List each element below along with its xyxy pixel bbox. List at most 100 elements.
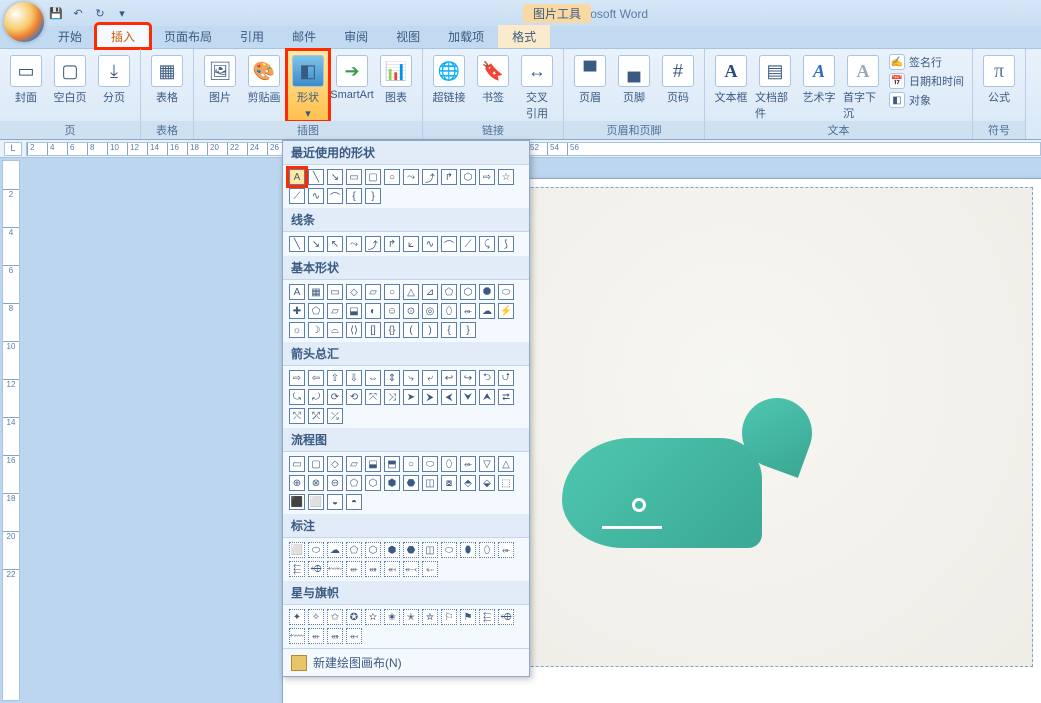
line-4[interactable]: ⤳ [346,236,362,252]
shape-hexagon[interactable]: ⬡ [460,169,476,185]
f24[interactable]: ⬚ [498,475,514,491]
shape-rbrace[interactable]: } [365,188,381,204]
tab-review[interactable]: 审阅 [330,25,382,48]
a7[interactable]: ⤷ [403,370,419,386]
undo-icon[interactable]: ↶ [70,5,86,21]
b4[interactable]: ◇ [346,284,362,300]
s1[interactable]: ✦ [289,609,305,625]
shape-lbrace[interactable]: { [346,188,362,204]
s16[interactable]: ⬶ [346,628,362,644]
c6[interactable]: ⬢ [384,542,400,558]
f17[interactable]: ⬡ [365,475,381,491]
f18[interactable]: ⬢ [384,475,400,491]
c18[interactable]: ⬶ [384,561,400,577]
object-button[interactable]: ◧对象 [887,91,966,109]
b1[interactable]: A [289,284,305,300]
f28[interactable]: ◓ [346,494,362,510]
c14[interactable]: ⬲ [308,561,324,577]
b18[interactable]: ☺ [384,303,400,319]
a16[interactable]: ⟲ [346,389,362,405]
f6[interactable]: ⬒ [384,456,400,472]
b34[interactable]: } [460,322,476,338]
a26[interactable]: ⤱ [308,408,324,424]
table-button[interactable]: ▦表格 [147,51,187,105]
tab-mail[interactable]: 邮件 [278,25,330,48]
c3[interactable]: ☁ [327,542,343,558]
b10[interactable]: ⬡ [460,284,476,300]
hyperlink-button[interactable]: 🌐超链接 [429,51,469,105]
shape-rect[interactable]: ▭ [346,169,362,185]
f21[interactable]: ⧇ [441,475,457,491]
f26[interactable]: ⬜ [308,494,324,510]
line-5[interactable]: ⤴ [365,236,381,252]
f19[interactable]: ⬣ [403,475,419,491]
f10[interactable]: ⬰ [460,456,476,472]
b13[interactable]: ✚ [289,303,305,319]
b26[interactable]: ☽ [308,322,324,338]
tab-view[interactable]: 视图 [382,25,434,48]
a24[interactable]: ⮂ [498,389,514,405]
b29[interactable]: [] [365,322,381,338]
f25[interactable]: ⬛ [289,494,305,510]
shape-freeform2[interactable]: ∿ [308,188,324,204]
shapes-button[interactable]: ◧形状▾ [288,51,328,120]
b8[interactable]: ⊿ [422,284,438,300]
shape-line[interactable]: ╲ [308,169,324,185]
page-break-button[interactable]: ⤓分页 [94,51,134,105]
b22[interactable]: ⬰ [460,303,476,319]
s8[interactable]: ✮ [422,609,438,625]
a12[interactable]: ⮍ [498,370,514,386]
s3[interactable]: ✩ [327,609,343,625]
f27[interactable]: ◒ [327,494,343,510]
s12[interactable]: ⬲ [498,609,514,625]
b24[interactable]: ⚡ [498,303,514,319]
shape-connector1[interactable]: ⤳ [403,169,419,185]
tab-insert[interactable]: 插入 [96,24,150,48]
f9[interactable]: ⬯ [441,456,457,472]
shape-curve[interactable]: ⌒ [327,188,343,204]
b19[interactable]: ⊙ [403,303,419,319]
s5[interactable]: ✫ [365,609,381,625]
line-6[interactable]: ↱ [384,236,400,252]
quickparts-button[interactable]: ▤文档部件 [755,51,795,121]
c5[interactable]: ⬡ [365,542,381,558]
b27[interactable]: ⌓ [327,322,343,338]
save-icon[interactable]: 💾 [48,5,64,21]
a5[interactable]: ⇔ [365,370,381,386]
b14[interactable]: ⬠ [308,303,324,319]
b20[interactable]: ◎ [422,303,438,319]
horizontal-ruler[interactable]: 2468101214161820222426283032343638404244… [26,142,1041,156]
f11[interactable]: ▽ [479,456,495,472]
shape-textbox[interactable]: A [289,169,305,185]
shape-roundrect[interactable]: ▢ [365,169,381,185]
a11[interactable]: ⮌ [479,370,495,386]
a22[interactable]: ⮟ [460,389,476,405]
picture-button[interactable]: 🖼图片 [200,51,240,105]
shape-freeform1[interactable]: ⟋ [289,188,305,204]
c2[interactable]: ⬭ [308,542,324,558]
c13[interactable]: ⬱ [289,561,305,577]
c12[interactable]: ⬰ [498,542,514,558]
b2[interactable]: ▦ [308,284,324,300]
f14[interactable]: ⊗ [308,475,324,491]
shape-oval[interactable]: ○ [384,169,400,185]
c17[interactable]: ⬵ [365,561,381,577]
f2[interactable]: ▢ [308,456,324,472]
c20[interactable]: ⬸ [422,561,438,577]
f13[interactable]: ⊕ [289,475,305,491]
b28[interactable]: ⟨⟩ [346,322,362,338]
line-7[interactable]: ⟀ [403,236,419,252]
f15[interactable]: ⊖ [327,475,343,491]
c10[interactable]: ⬮ [460,542,476,558]
tab-format[interactable]: 格式 [498,25,550,48]
f5[interactable]: ⬓ [365,456,381,472]
a13[interactable]: ⤿ [289,389,305,405]
clipart-button[interactable]: 🎨剪贴画 [244,51,284,105]
b25[interactable]: ☼ [289,322,305,338]
shape-connector3[interactable]: ↱ [441,169,457,185]
line-9[interactable]: ⌒ [441,236,457,252]
s15[interactable]: ⬵ [327,628,343,644]
c4[interactable]: ⬠ [346,542,362,558]
f20[interactable]: ◫ [422,475,438,491]
a19[interactable]: ➤ [403,389,419,405]
